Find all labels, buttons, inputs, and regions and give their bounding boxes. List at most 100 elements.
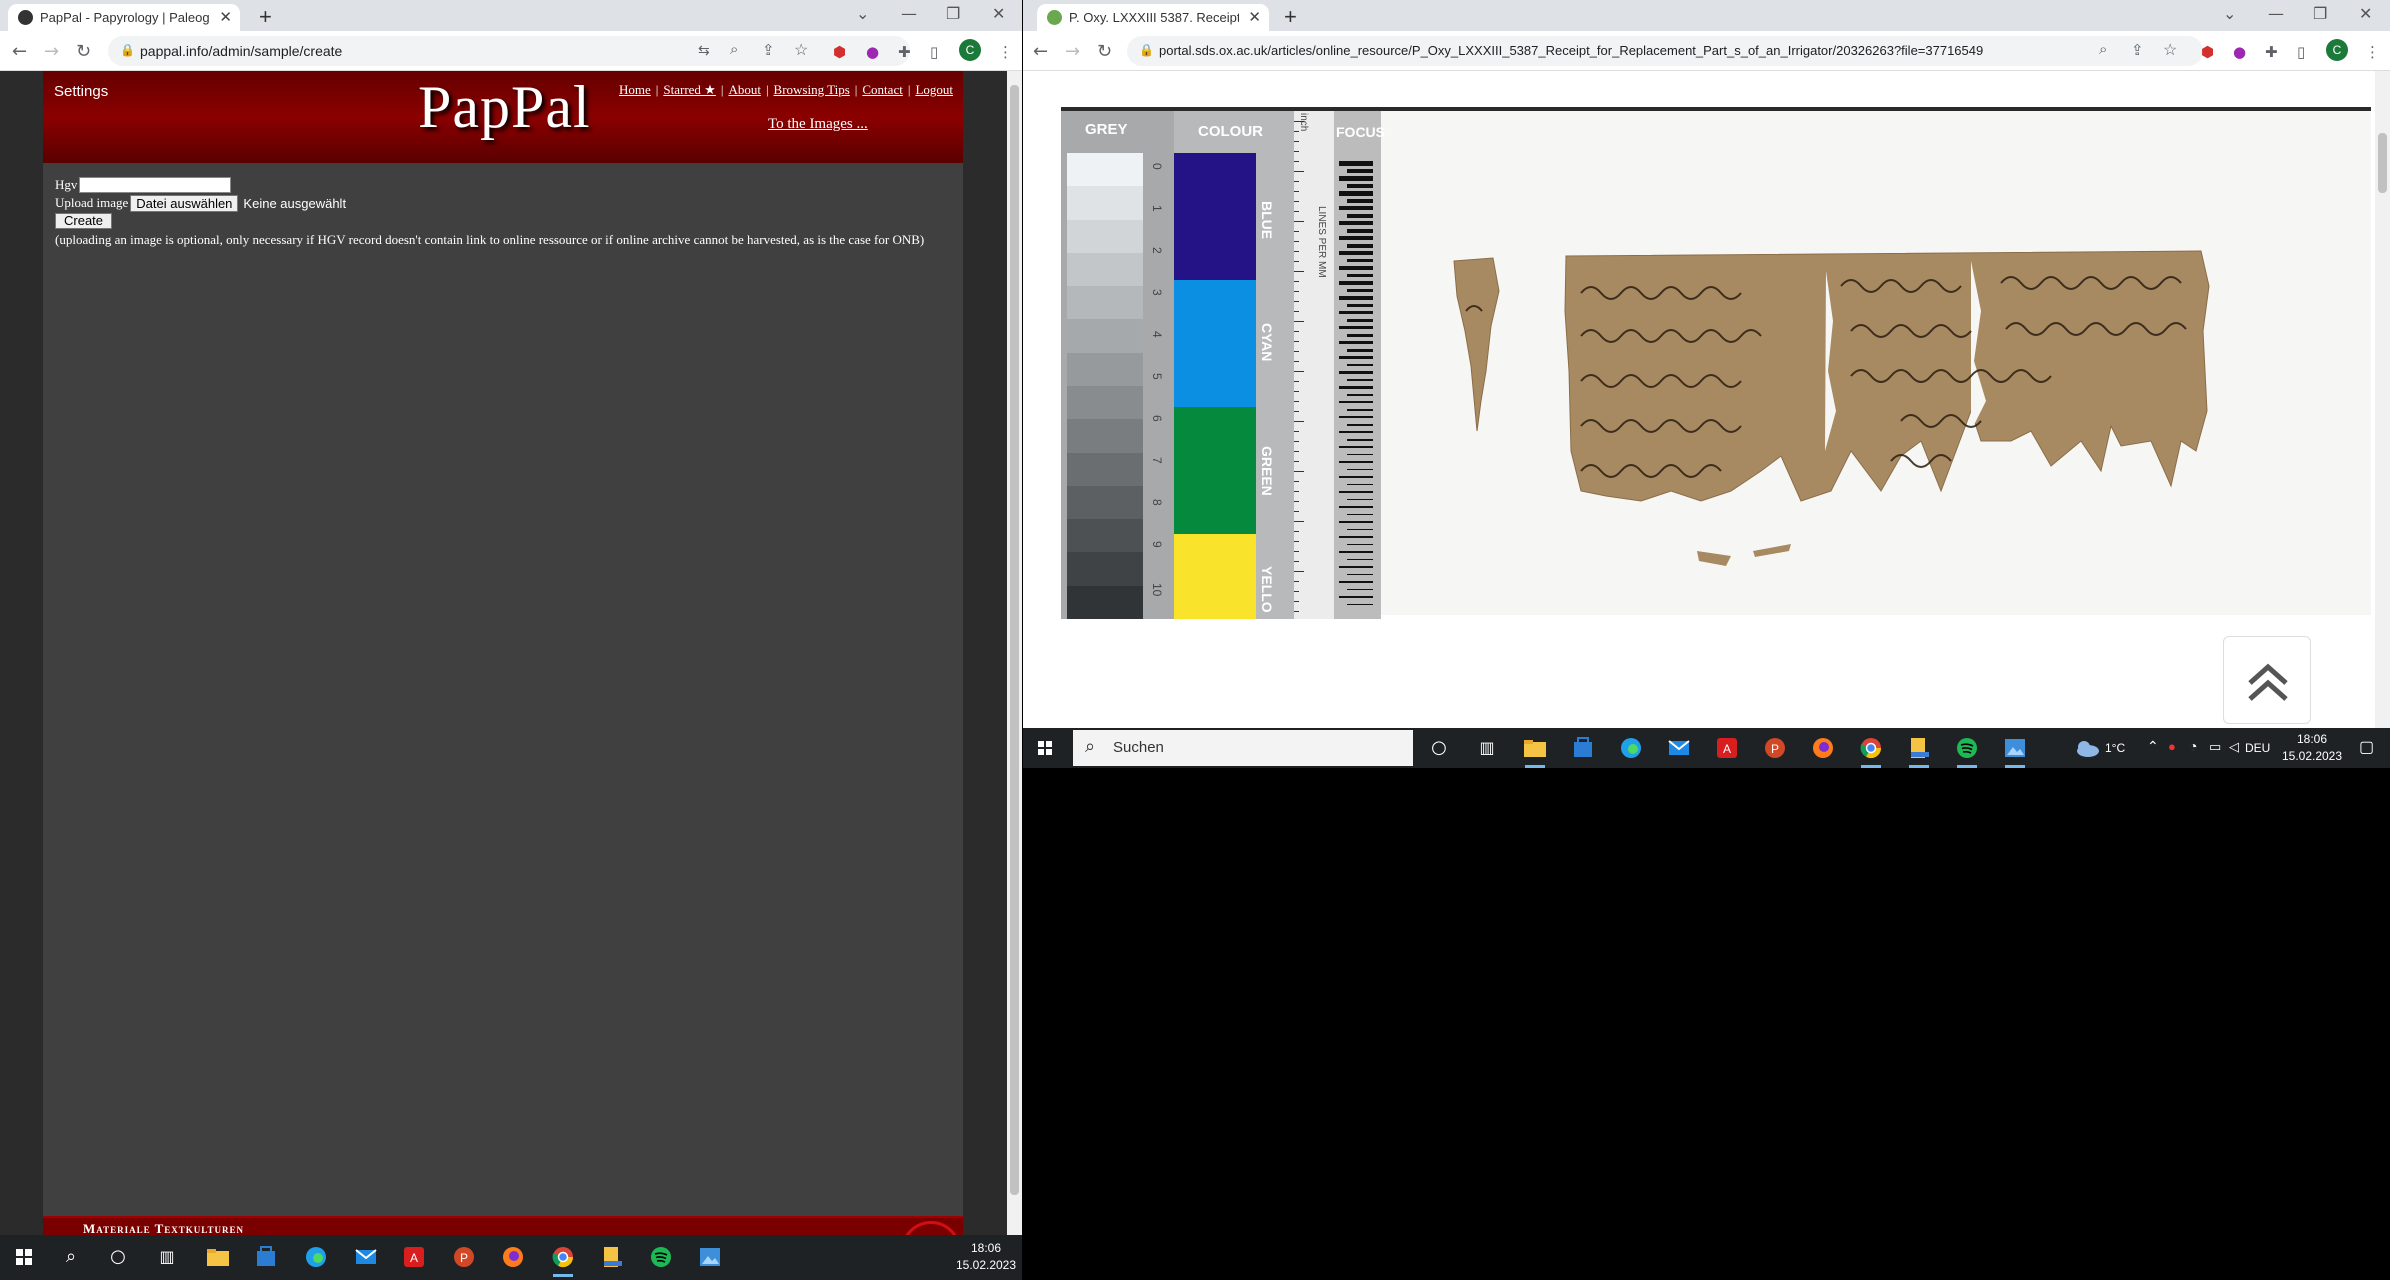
right-windows-start-icon[interactable] [1031, 734, 1059, 762]
left-scrollbar-thumb[interactable] [1010, 85, 1019, 1195]
store-icon[interactable] [252, 1243, 280, 1271]
battery-icon[interactable]: ▭ [2209, 739, 2221, 755]
right-spotify-icon[interactable] [1953, 734, 1981, 768]
taskbar-search-box[interactable]: ⌕ Suchen [1073, 730, 1413, 766]
right-side-panel-icon[interactable]: ▯ [2297, 43, 2305, 61]
create-button[interactable]: Create [55, 213, 113, 229]
right-restore-icon[interactable]: ❐ [2313, 4, 2327, 23]
weather-cloud-icon[interactable] [2073, 736, 2101, 760]
extensions-puzzle-icon[interactable]: ✚ [898, 43, 911, 61]
hgv-input[interactable] [79, 177, 232, 193]
right-close-window-icon[interactable]: ✕ [2359, 4, 2372, 23]
side-panel-icon[interactable]: ▯ [930, 43, 938, 61]
nav-starred[interactable]: Starred ★ [663, 82, 715, 97]
firefox-icon[interactable] [499, 1243, 527, 1271]
right-zoom-icon[interactable]: ⌕ [2099, 41, 2107, 58]
right-clock[interactable]: 18:06 15.02.2023 [2281, 731, 2343, 765]
right-file-explorer-icon[interactable] [1521, 734, 1549, 768]
right-firefox-icon[interactable] [1809, 734, 1837, 762]
right-powerpoint-icon[interactable]: P [1761, 734, 1789, 762]
menu-kebab-icon[interactable]: ⋮ [998, 43, 1013, 61]
nav-browsing-tips[interactable]: Browsing Tips [774, 82, 850, 97]
powerpoint-icon[interactable]: P [450, 1243, 478, 1271]
edge-icon[interactable] [302, 1243, 330, 1271]
weather-temp[interactable]: 1°C [2105, 741, 2125, 755]
right-scrollbar[interactable] [2375, 71, 2390, 728]
scroll-to-top-button[interactable] [2223, 636, 2311, 724]
left-scrollbar[interactable] [1007, 71, 1022, 1235]
notes-icon[interactable] [598, 1243, 626, 1271]
zoom-icon[interactable]: ⌕ [730, 41, 738, 58]
profile-avatar[interactable]: C [959, 39, 981, 61]
photos-icon[interactable] [696, 1243, 724, 1271]
close-window-icon[interactable]: ✕ [992, 4, 1005, 23]
choose-file-button[interactable]: Datei auswählen [130, 194, 239, 212]
right-edge-icon[interactable] [1617, 734, 1645, 762]
cortana-icon[interactable]: ○ [104, 1243, 132, 1271]
right-mail-icon[interactable] [1665, 734, 1693, 762]
right-photos-icon[interactable] [2001, 734, 2029, 768]
tray-chevron-up-icon[interactable]: ⌃ [2147, 738, 2159, 755]
nav-about[interactable]: About [728, 82, 761, 97]
minimize-icon[interactable]: — [901, 4, 917, 23]
right-chrome-icon[interactable] [1857, 734, 1885, 768]
nav-logout[interactable]: Logout [915, 82, 953, 97]
right-task-view-icon[interactable]: ▥ [1473, 734, 1501, 762]
restore-icon[interactable]: ❐ [946, 4, 960, 23]
right-address-bar[interactable]: 🔒 portal.sds.ox.ac.uk/articles/online_re… [1127, 36, 2203, 66]
forward-icon[interactable]: → [44, 41, 59, 62]
right-extensions-puzzle-icon[interactable]: ✚ [2265, 43, 2278, 61]
left-clock[interactable]: 18:06 15.02.2023 [955, 1240, 1017, 1274]
right-forward-icon[interactable]: → [1065, 41, 1080, 62]
right-extension-purple-icon[interactable]: ● [2233, 43, 2246, 61]
chrome-icon[interactable] [549, 1243, 577, 1277]
spotify-icon[interactable] [647, 1243, 675, 1271]
right-tab-search-chevron-icon[interactable]: ⌄ [2223, 4, 2236, 23]
to-images-link[interactable]: To the Images ... [768, 116, 868, 133]
address-url[interactable]: pappal.info/admin/sample/create [140, 43, 342, 59]
translate-icon[interactable]: ⇆ [698, 42, 710, 59]
mail-icon[interactable] [352, 1243, 380, 1271]
right-bookmark-star-icon[interactable]: ☆ [2163, 40, 2177, 60]
right-store-icon[interactable] [1569, 734, 1597, 762]
reload-icon[interactable]: ↻ [76, 41, 91, 62]
new-tab-icon[interactable]: + [259, 4, 272, 30]
nav-contact[interactable]: Contact [862, 82, 902, 97]
back-icon[interactable]: ← [12, 41, 27, 62]
settings-link[interactable]: Settings [54, 83, 108, 100]
tab-search-chevron-icon[interactable]: ⌄ [856, 4, 869, 23]
close-tab-icon[interactable]: ✕ [219, 8, 232, 26]
right-extension-shield-icon[interactable]: ⬢ [2201, 43, 2214, 61]
language-indicator[interactable]: DEU [2245, 741, 2270, 755]
right-notes-icon[interactable] [1905, 734, 1933, 768]
notifications-icon[interactable]: ▢ [2359, 737, 2374, 757]
right-acrobat-icon[interactable]: A [1713, 734, 1741, 762]
nav-home[interactable]: Home [619, 82, 651, 97]
extension-purple-icon[interactable]: ● [866, 43, 879, 61]
address-bar[interactable]: 🔒 pappal.info/admin/sample/create ⇆ ⌕ ⇪ … [108, 36, 910, 66]
tab-oxy[interactable]: P. Oxy. LXXXIII 5387. Receipt for ✕ [1037, 4, 1269, 31]
right-address-url[interactable]: portal.sds.ox.ac.uk/articles/online_reso… [1159, 43, 1983, 58]
tray-app-icon[interactable]: ● [2168, 739, 2176, 754]
close-right-tab-icon[interactable]: ✕ [1248, 8, 1261, 26]
tab-pappal[interactable]: PapPal - Papyrology | Paleograph ✕ [8, 4, 240, 31]
right-cortana-icon[interactable]: ○ [1425, 734, 1453, 762]
extension-shield-icon[interactable]: ⬢ [833, 43, 846, 61]
right-share-icon[interactable]: ⇪ [2131, 41, 2144, 59]
right-reload-icon[interactable]: ↻ [1097, 41, 1112, 62]
right-minimize-icon[interactable]: — [2268, 4, 2284, 23]
windows-start-icon[interactable] [10, 1243, 38, 1271]
share-icon[interactable]: ⇪ [762, 41, 775, 59]
right-new-tab-icon[interactable]: + [1284, 4, 1297, 30]
right-back-icon[interactable]: ← [1033, 41, 1048, 62]
file-explorer-icon[interactable] [204, 1243, 232, 1271]
right-menu-kebab-icon[interactable]: ⋮ [2365, 43, 2380, 61]
volume-icon[interactable]: ◁ [2229, 739, 2239, 755]
pappal-logo[interactable]: PapPal [418, 73, 591, 142]
acrobat-icon[interactable]: A [400, 1243, 428, 1271]
task-view-icon[interactable]: ▥ [153, 1243, 181, 1271]
right-profile-avatar[interactable]: C [2326, 39, 2348, 61]
bookmark-star-icon[interactable]: ☆ [794, 40, 808, 60]
right-scrollbar-thumb[interactable] [2378, 133, 2387, 193]
search-icon[interactable]: ⌕ [57, 1243, 85, 1271]
